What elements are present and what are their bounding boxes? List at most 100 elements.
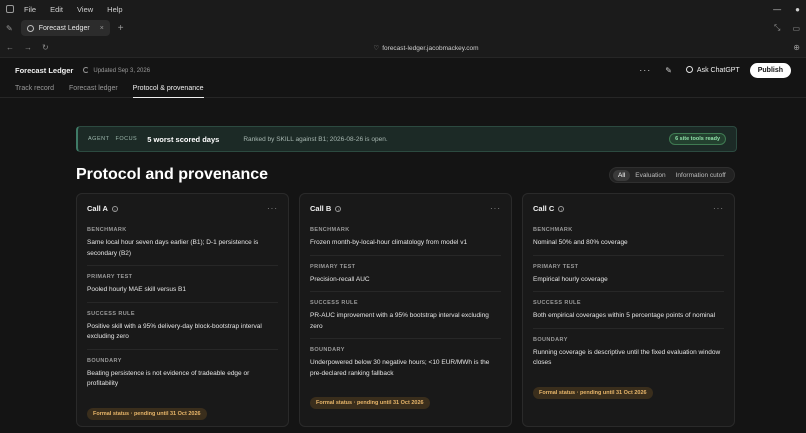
- menu-bar: File Edit View Help: [6, 5, 137, 14]
- menu-file[interactable]: File: [24, 5, 36, 14]
- boundary-section: BOUNDARY Underpowered below 30 negative …: [310, 347, 501, 385]
- more-options-icon[interactable]: ···: [639, 65, 651, 75]
- benchmark-label: BENCHMARK: [87, 227, 127, 233]
- status-badge: Formal status · pending until 31 Oct 202…: [87, 407, 207, 420]
- ask-chatgpt-label: Ask ChatGPT: [696, 67, 740, 74]
- boundary-value: Underpowered below 30 negative hours; <1…: [310, 359, 490, 377]
- tab-forecast-ledger[interactable]: Forecast ledger: [69, 82, 118, 98]
- primary-test-value: Pooled hourly MAE skill versus B1: [87, 286, 186, 293]
- browser-tab-title: Forecast Ledger: [38, 24, 90, 32]
- minimize-icon[interactable]: —: [773, 5, 781, 14]
- boundary-value: Running coverage is descriptive until th…: [533, 348, 721, 367]
- site-info-icon[interactable]: ♡: [373, 45, 379, 52]
- refresh-icon: [83, 66, 90, 73]
- edit-icon[interactable]: ✎: [6, 24, 13, 33]
- sidebar-toggle-icon[interactable]: [6, 5, 14, 13]
- updated-status: Updated Sep 3, 2026: [83, 66, 150, 74]
- card-more-icon[interactable]: ···: [267, 204, 278, 213]
- window-controls: — ●: [759, 5, 800, 14]
- success-rule-section: SUCCESS RULE Both empirical coverages wi…: [533, 300, 724, 329]
- header-actions: ··· ✎ Ask ChatGPT Publish: [639, 62, 791, 78]
- benchmark-value: Same local hour seven days earlier (B1);…: [87, 239, 259, 257]
- primary-test-label: PRIMARY TEST: [310, 263, 356, 270]
- tab-protocol-provenance[interactable]: Protocol & provenance: [132, 82, 204, 98]
- primary-test-section: PRIMARY TEST Pooled hourly MAE skill ver…: [87, 274, 278, 303]
- publish-button[interactable]: Publish: [749, 62, 791, 78]
- agent-focus-banner: AGENT FOCUS 5 worst scored days Ranked b…: [76, 126, 737, 152]
- success-rule-label: SUCCESS RULE: [533, 300, 581, 306]
- new-tab-icon[interactable]: +: [118, 23, 124, 34]
- ask-chatgpt-button[interactable]: Ask ChatGPT: [685, 66, 740, 74]
- benchmark-label: BENCHMARK: [533, 227, 573, 233]
- card-title: Call B: [310, 204, 332, 213]
- browser-tab[interactable]: Forecast Ledger ×: [20, 20, 110, 36]
- filter-information-cutoff[interactable]: Information cutoff: [671, 170, 731, 181]
- collapse-icon[interactable]: ⤡: [774, 23, 780, 33]
- page-tabs: Track record Forecast ledger Protocol & …: [0, 82, 806, 98]
- success-rule-section: SUCCESS RULE PR-AUC improvement with a 9…: [310, 300, 501, 339]
- status-badge: Formal status · pending until 31 Oct 202…: [533, 386, 653, 399]
- primary-test-value: Precision-recall AUC: [310, 275, 370, 283]
- card-title: Call C: [533, 204, 555, 213]
- primary-test-section: PRIMARY TEST Empirical hourly coverage: [533, 263, 724, 292]
- tabbar-actions: ⤡ ▭: [762, 23, 800, 33]
- success-rule-label: SUCCESS RULE: [310, 300, 358, 306]
- back-icon[interactable]: ←: [6, 43, 14, 52]
- edit-pencil-icon[interactable]: ✎: [665, 66, 672, 75]
- app-title: Forecast Ledger: [15, 65, 74, 75]
- menu-edit[interactable]: Edit: [50, 5, 63, 14]
- download-icon[interactable]: ⊕: [793, 43, 800, 52]
- card-more-icon[interactable]: ···: [490, 204, 501, 213]
- menu-view[interactable]: View: [77, 5, 93, 14]
- boundary-label: BOUNDARY: [87, 357, 122, 364]
- globe-icon: [26, 24, 34, 32]
- forward-icon[interactable]: →: [24, 43, 32, 52]
- success-rule-value: PR-AUC improvement with a 95% bootstrap …: [310, 312, 489, 330]
- status-badge: Formal status · pending until 31 Oct 202…: [310, 397, 430, 409]
- boundary-label: BOUNDARY: [310, 347, 345, 353]
- card-header: Call Ci ···: [533, 204, 724, 213]
- nav-buttons: ← → ↻: [6, 43, 59, 52]
- filter-segmented-control: All Evaluation Information cutoff: [609, 167, 735, 183]
- focus-tag: FOCUS: [115, 136, 138, 142]
- agent-tag: AGENT: [88, 136, 110, 142]
- filter-all[interactable]: All: [613, 169, 631, 181]
- close-tab-icon[interactable]: ×: [100, 25, 104, 32]
- info-icon[interactable]: i: [111, 206, 118, 212]
- benchmark-section: BENCHMARK Same local hour seven days ear…: [87, 227, 278, 266]
- success-rule-section: SUCCESS RULE Positive skill with a 95% d…: [87, 311, 278, 350]
- boundary-section: BOUNDARY Running coverage is descriptive…: [533, 337, 724, 375]
- tab-track-record[interactable]: Track record: [15, 82, 54, 98]
- boundary-section: BOUNDARY Beating persistence is not evid…: [87, 358, 278, 396]
- url-text: forecast-ledger.jacobmackey.com: [382, 44, 479, 52]
- primary-test-label: PRIMARY TEST: [87, 274, 133, 280]
- primary-test-section: PRIMARY TEST Precision-recall AUC: [310, 263, 501, 292]
- navigation-bar: ← → ↻ ♡ forecast-ledger.jacobmackey.com ⊕: [0, 38, 806, 58]
- info-icon[interactable]: i: [335, 206, 342, 212]
- section-title: Protocol and provenance: [76, 166, 269, 183]
- boundary-value: Beating persistence is not evidence of t…: [87, 369, 250, 388]
- close-window-icon[interactable]: ●: [795, 5, 800, 14]
- title-bar: File Edit View Help — ●: [0, 0, 806, 18]
- primary-test-value: Empirical hourly coverage: [533, 275, 608, 283]
- site-tools-badge: 6 site tools ready: [669, 133, 726, 145]
- call-card-b: Call Bi ··· BENCHMARK Frozen month-by-lo…: [299, 193, 512, 427]
- banner-headline: 5 worst scored days: [147, 134, 220, 144]
- card-more-icon[interactable]: ···: [713, 204, 724, 213]
- banner-subtitle: Ranked by SKILL against B1; 2026-08-26 i…: [243, 135, 388, 143]
- boundary-label: BOUNDARY: [533, 336, 568, 343]
- chat-bubble-icon: [685, 66, 693, 73]
- reload-icon[interactable]: ↻: [42, 43, 49, 52]
- benchmark-section: BENCHMARK Nominal 50% and 80% coverage: [533, 227, 724, 256]
- filter-evaluation[interactable]: Evaluation: [630, 170, 670, 181]
- menu-help[interactable]: Help: [107, 5, 122, 14]
- primary-test-label: PRIMARY TEST: [533, 263, 579, 270]
- benchmark-value: Nominal 50% and 80% coverage: [533, 239, 628, 246]
- address-bar[interactable]: ♡ forecast-ledger.jacobmackey.com: [59, 44, 794, 52]
- benchmark-section: BENCHMARK Frozen month-by-local-hour cli…: [310, 227, 501, 256]
- sidebar-panel-icon[interactable]: ▭: [792, 24, 800, 33]
- info-icon[interactable]: i: [558, 206, 565, 212]
- success-rule-value: Positive skill with a 95% delivery-day b…: [87, 322, 262, 341]
- call-card-c: Call Ci ··· BENCHMARK Nominal 50% and 80…: [522, 193, 735, 427]
- benchmark-label: BENCHMARK: [310, 227, 350, 233]
